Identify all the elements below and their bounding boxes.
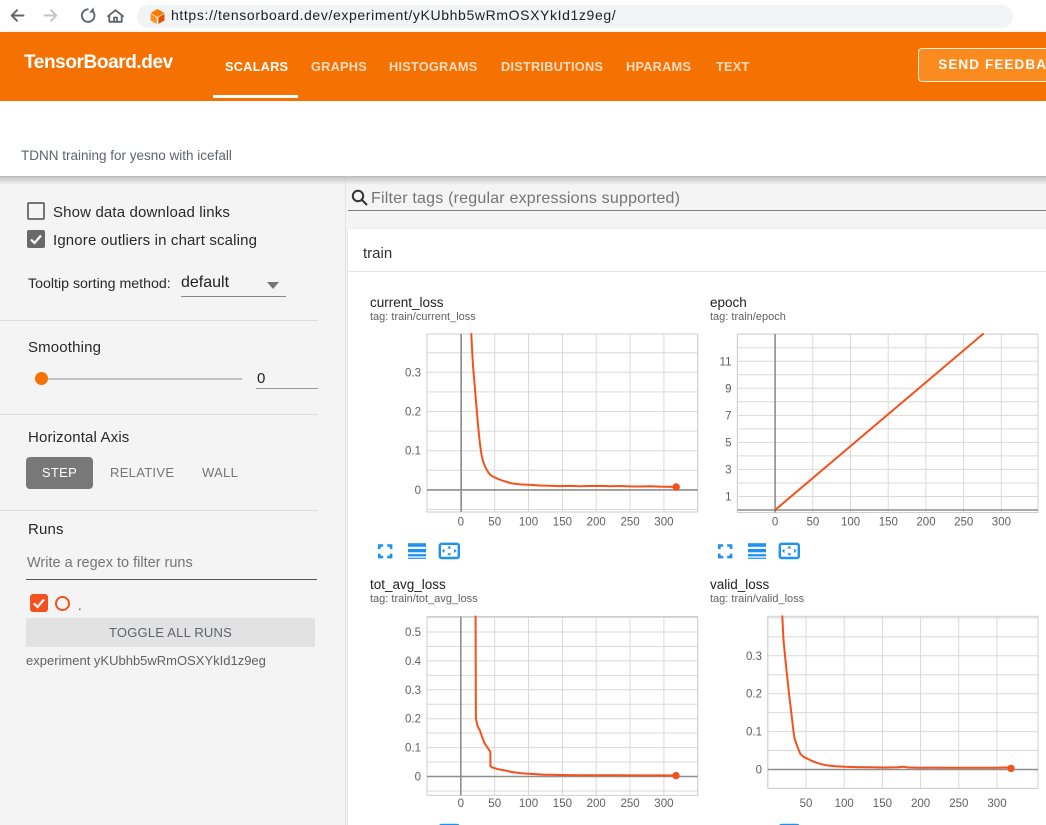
- svg-text:1: 1: [725, 492, 731, 504]
- svg-text:0.2: 0.2: [405, 407, 421, 419]
- svg-text:11: 11: [720, 356, 732, 368]
- svg-text:0: 0: [458, 517, 464, 529]
- svg-text:100: 100: [519, 798, 538, 810]
- svg-text:0.3: 0.3: [746, 651, 762, 663]
- svg-text:150: 150: [553, 798, 572, 810]
- svg-text:50: 50: [488, 798, 501, 810]
- svg-text:200: 200: [587, 517, 606, 529]
- svg-text:0.4: 0.4: [405, 656, 422, 668]
- svg-text:150: 150: [553, 517, 572, 529]
- svg-text:200: 200: [916, 517, 935, 529]
- svg-text:150: 150: [873, 798, 892, 810]
- svg-text:0: 0: [772, 517, 778, 529]
- svg-text:0.2: 0.2: [746, 689, 762, 701]
- svg-text:300: 300: [654, 798, 673, 810]
- svg-text:0: 0: [756, 765, 762, 777]
- svg-text:0: 0: [415, 772, 421, 784]
- svg-text:200: 200: [587, 798, 606, 810]
- svg-text:300: 300: [987, 798, 1006, 810]
- svg-text:0.1: 0.1: [405, 743, 421, 755]
- svg-text:100: 100: [841, 517, 860, 529]
- svg-text:250: 250: [621, 798, 640, 810]
- svg-text:5: 5: [725, 437, 731, 449]
- svg-text:300: 300: [654, 517, 673, 529]
- svg-text:150: 150: [879, 517, 898, 529]
- svg-text:250: 250: [949, 798, 968, 810]
- svg-text:0: 0: [415, 485, 421, 497]
- svg-text:100: 100: [519, 517, 538, 529]
- svg-text:0.1: 0.1: [405, 446, 421, 458]
- svg-text:0.3: 0.3: [405, 367, 421, 379]
- svg-text:100: 100: [835, 798, 854, 810]
- svg-text:0.1: 0.1: [746, 727, 762, 739]
- svg-text:0: 0: [458, 798, 464, 810]
- svg-text:9: 9: [725, 383, 731, 395]
- svg-text:0.5: 0.5: [405, 627, 421, 639]
- svg-text:50: 50: [488, 517, 501, 529]
- svg-text:50: 50: [800, 798, 813, 810]
- svg-text:200: 200: [911, 798, 930, 810]
- svg-text:3: 3: [725, 464, 731, 476]
- svg-text:0.2: 0.2: [405, 714, 421, 726]
- svg-text:50: 50: [807, 517, 820, 529]
- svg-text:250: 250: [621, 517, 640, 529]
- svg-text:7: 7: [725, 410, 731, 422]
- svg-text:250: 250: [954, 517, 973, 529]
- svg-text:0.3: 0.3: [405, 685, 421, 697]
- svg-text:300: 300: [992, 517, 1011, 529]
